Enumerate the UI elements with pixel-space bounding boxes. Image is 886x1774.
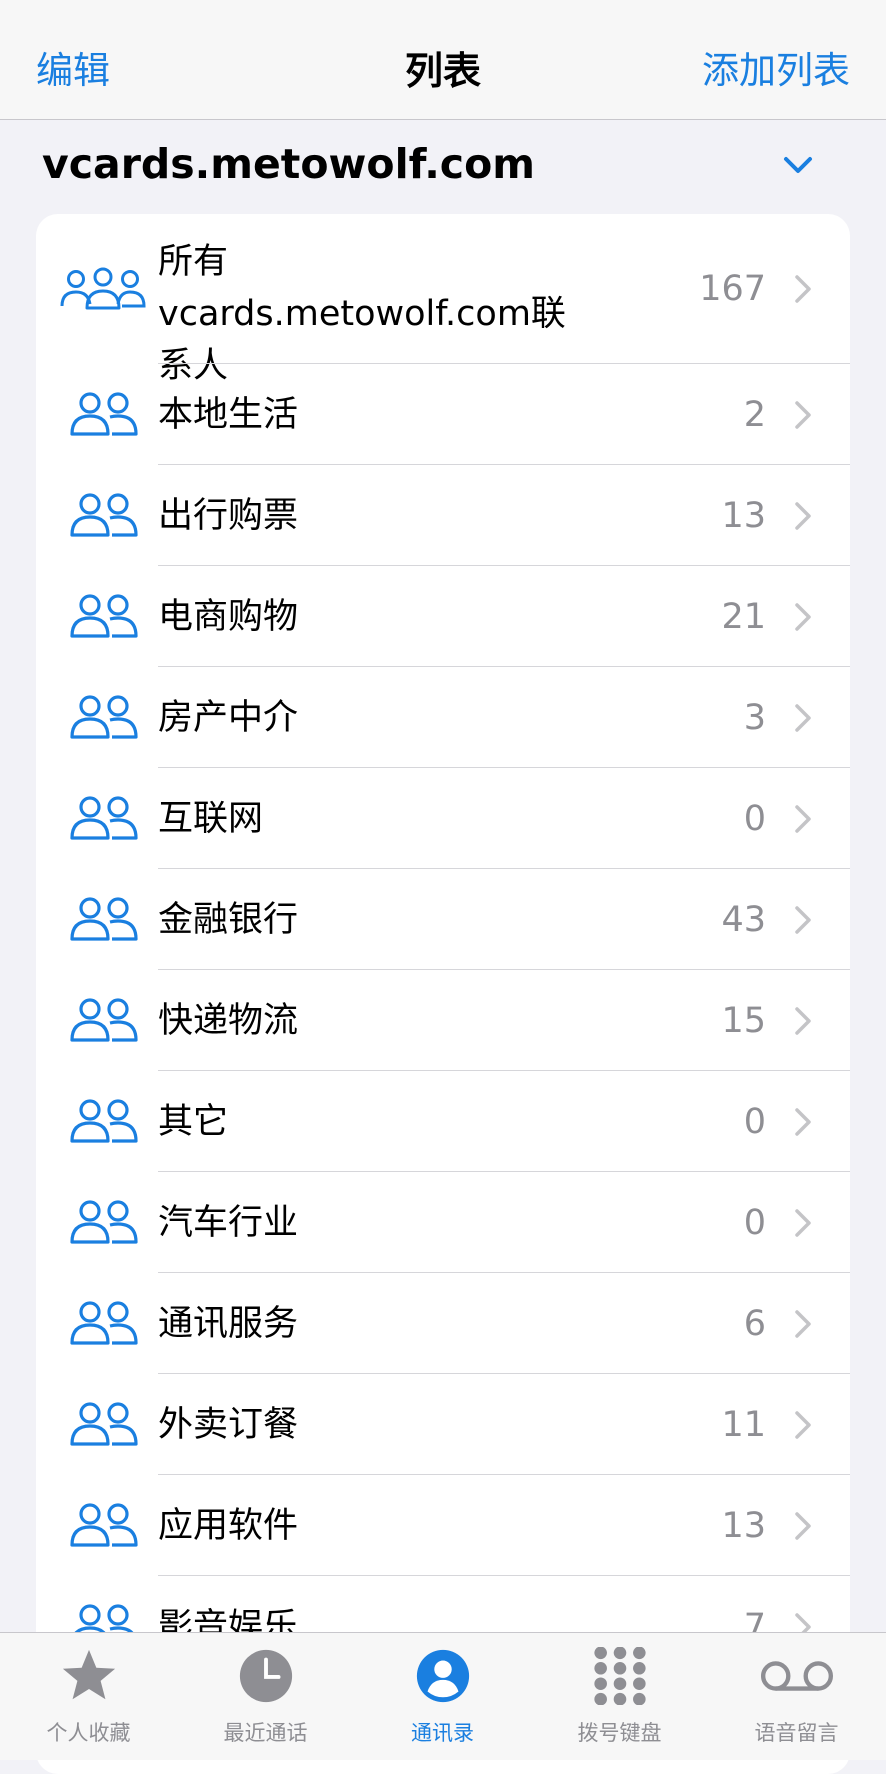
group-label: 汽车行业 (158, 1202, 299, 1243)
group-row[interactable]: 汽车行业 0 (36, 1172, 850, 1273)
two-persons-icon (58, 1501, 148, 1551)
tab-contact-person[interactable]: 通讯录 (354, 1633, 531, 1761)
chevron-right-icon (794, 501, 812, 531)
two-persons-icon (58, 1400, 148, 1450)
group-count: 11 (721, 1404, 766, 1445)
tab-label: 拨号键盘 (577, 1721, 662, 1745)
chevron-right-icon (794, 1107, 812, 1137)
group-count: 2 (743, 394, 766, 435)
all-contacts-row[interactable]: 所有 vcards.metowolf.com联系人 167 (36, 214, 850, 386)
group-count: 0 (743, 1101, 766, 1142)
group-label: 金融银行 (158, 899, 299, 940)
three-persons-icon (58, 264, 148, 314)
chevron-right-icon (794, 274, 812, 304)
tab-clock[interactable]: 最近通话 (177, 1633, 354, 1761)
groups-list: 所有 vcards.metowolf.com联系人 167 本地生活 2 出行购票 1… (36, 214, 850, 1774)
group-row[interactable]: 互联网 0 (36, 768, 850, 869)
group-count: 43 (721, 899, 766, 940)
chevron-right-icon (794, 400, 812, 430)
group-row[interactable]: 出行购票 13 (36, 465, 850, 566)
tab-keypad[interactable]: 拨号键盘 (531, 1633, 708, 1761)
two-persons-icon (58, 1097, 148, 1147)
two-persons-icon (58, 592, 148, 642)
group-row[interactable]: 外卖订餐 11 (36, 1374, 850, 1475)
group-count: 13 (721, 495, 766, 536)
clock-icon (237, 1647, 295, 1709)
group-count: 21 (721, 596, 766, 637)
group-row[interactable]: 通讯服务 6 (36, 1273, 850, 1374)
tab-bar: 个人收藏 最近通话 通讯录 拨号键盘 语音留言 (0, 1632, 886, 1760)
chevron-right-icon (794, 804, 812, 834)
two-persons-icon (58, 491, 148, 541)
tab-label: 通讯录 (411, 1721, 474, 1745)
group-label: 电商购物 (158, 596, 299, 637)
tab-label: 语音留言 (754, 1721, 839, 1745)
keypad-icon (591, 1646, 649, 1709)
chevron-right-icon (794, 1208, 812, 1238)
group-row[interactable]: 本地生活 2 (36, 364, 850, 465)
two-persons-icon (58, 693, 148, 743)
tab-label: 最近通话 (223, 1721, 308, 1745)
account-name[interactable]: vcards.metowolf.com (42, 136, 535, 192)
group-row[interactable]: 应用软件 13 (36, 1475, 850, 1576)
group-row[interactable]: 电商购物 21 (36, 566, 850, 667)
tab-label: 个人收藏 (46, 1721, 131, 1745)
group-count: 0 (743, 1202, 766, 1243)
chevron-right-icon (794, 703, 812, 733)
chevron-right-icon (794, 602, 812, 632)
group-row[interactable]: 其它 0 (36, 1071, 850, 1172)
two-persons-icon (58, 390, 148, 440)
two-persons-icon (58, 895, 148, 945)
group-label: 快递物流 (158, 1000, 299, 1041)
group-count: 15 (721, 1000, 766, 1041)
star-icon (60, 1647, 118, 1709)
contact-person-icon (414, 1647, 472, 1709)
chevron-right-icon (794, 1309, 812, 1339)
group-label: 出行购票 (158, 495, 299, 536)
group-label: 房产中介 (158, 697, 299, 738)
group-row[interactable]: 房产中介 3 (36, 667, 850, 768)
chevron-right-icon (794, 1410, 812, 1440)
chevron-right-icon (794, 1511, 812, 1541)
group-label: 本地生活 (158, 394, 299, 435)
group-count: 0 (743, 798, 766, 839)
group-row[interactable]: 金融银行 43 (36, 869, 850, 970)
group-label: 外卖订餐 (158, 1404, 299, 1445)
group-row[interactable]: 快递物流 15 (36, 970, 850, 1071)
group-count: 13 (721, 1505, 766, 1546)
group-label: 其它 (158, 1101, 229, 1142)
navigation-bar: 编辑 列表 添加列表 (0, 0, 886, 120)
tab-voicemail[interactable]: 语音留言 (708, 1633, 885, 1761)
chevron-down-icon[interactable] (780, 150, 816, 180)
group-label: 应用软件 (158, 1505, 299, 1546)
two-persons-icon (58, 1198, 148, 1248)
group-label: 互联网 (158, 798, 264, 839)
add-list-button[interactable]: 添加列表 (702, 46, 850, 96)
chevron-right-icon (794, 905, 812, 935)
voicemail-icon (758, 1647, 836, 1709)
two-persons-icon (58, 1299, 148, 1349)
chevron-right-icon (794, 1006, 812, 1036)
group-count: 167 (699, 269, 766, 309)
group-label: 通讯服务 (158, 1303, 299, 1344)
two-persons-icon (58, 996, 148, 1046)
two-persons-icon (58, 794, 148, 844)
group-count: 6 (743, 1303, 766, 1344)
tab-star[interactable]: 个人收藏 (0, 1633, 177, 1761)
group-count: 3 (743, 697, 766, 738)
